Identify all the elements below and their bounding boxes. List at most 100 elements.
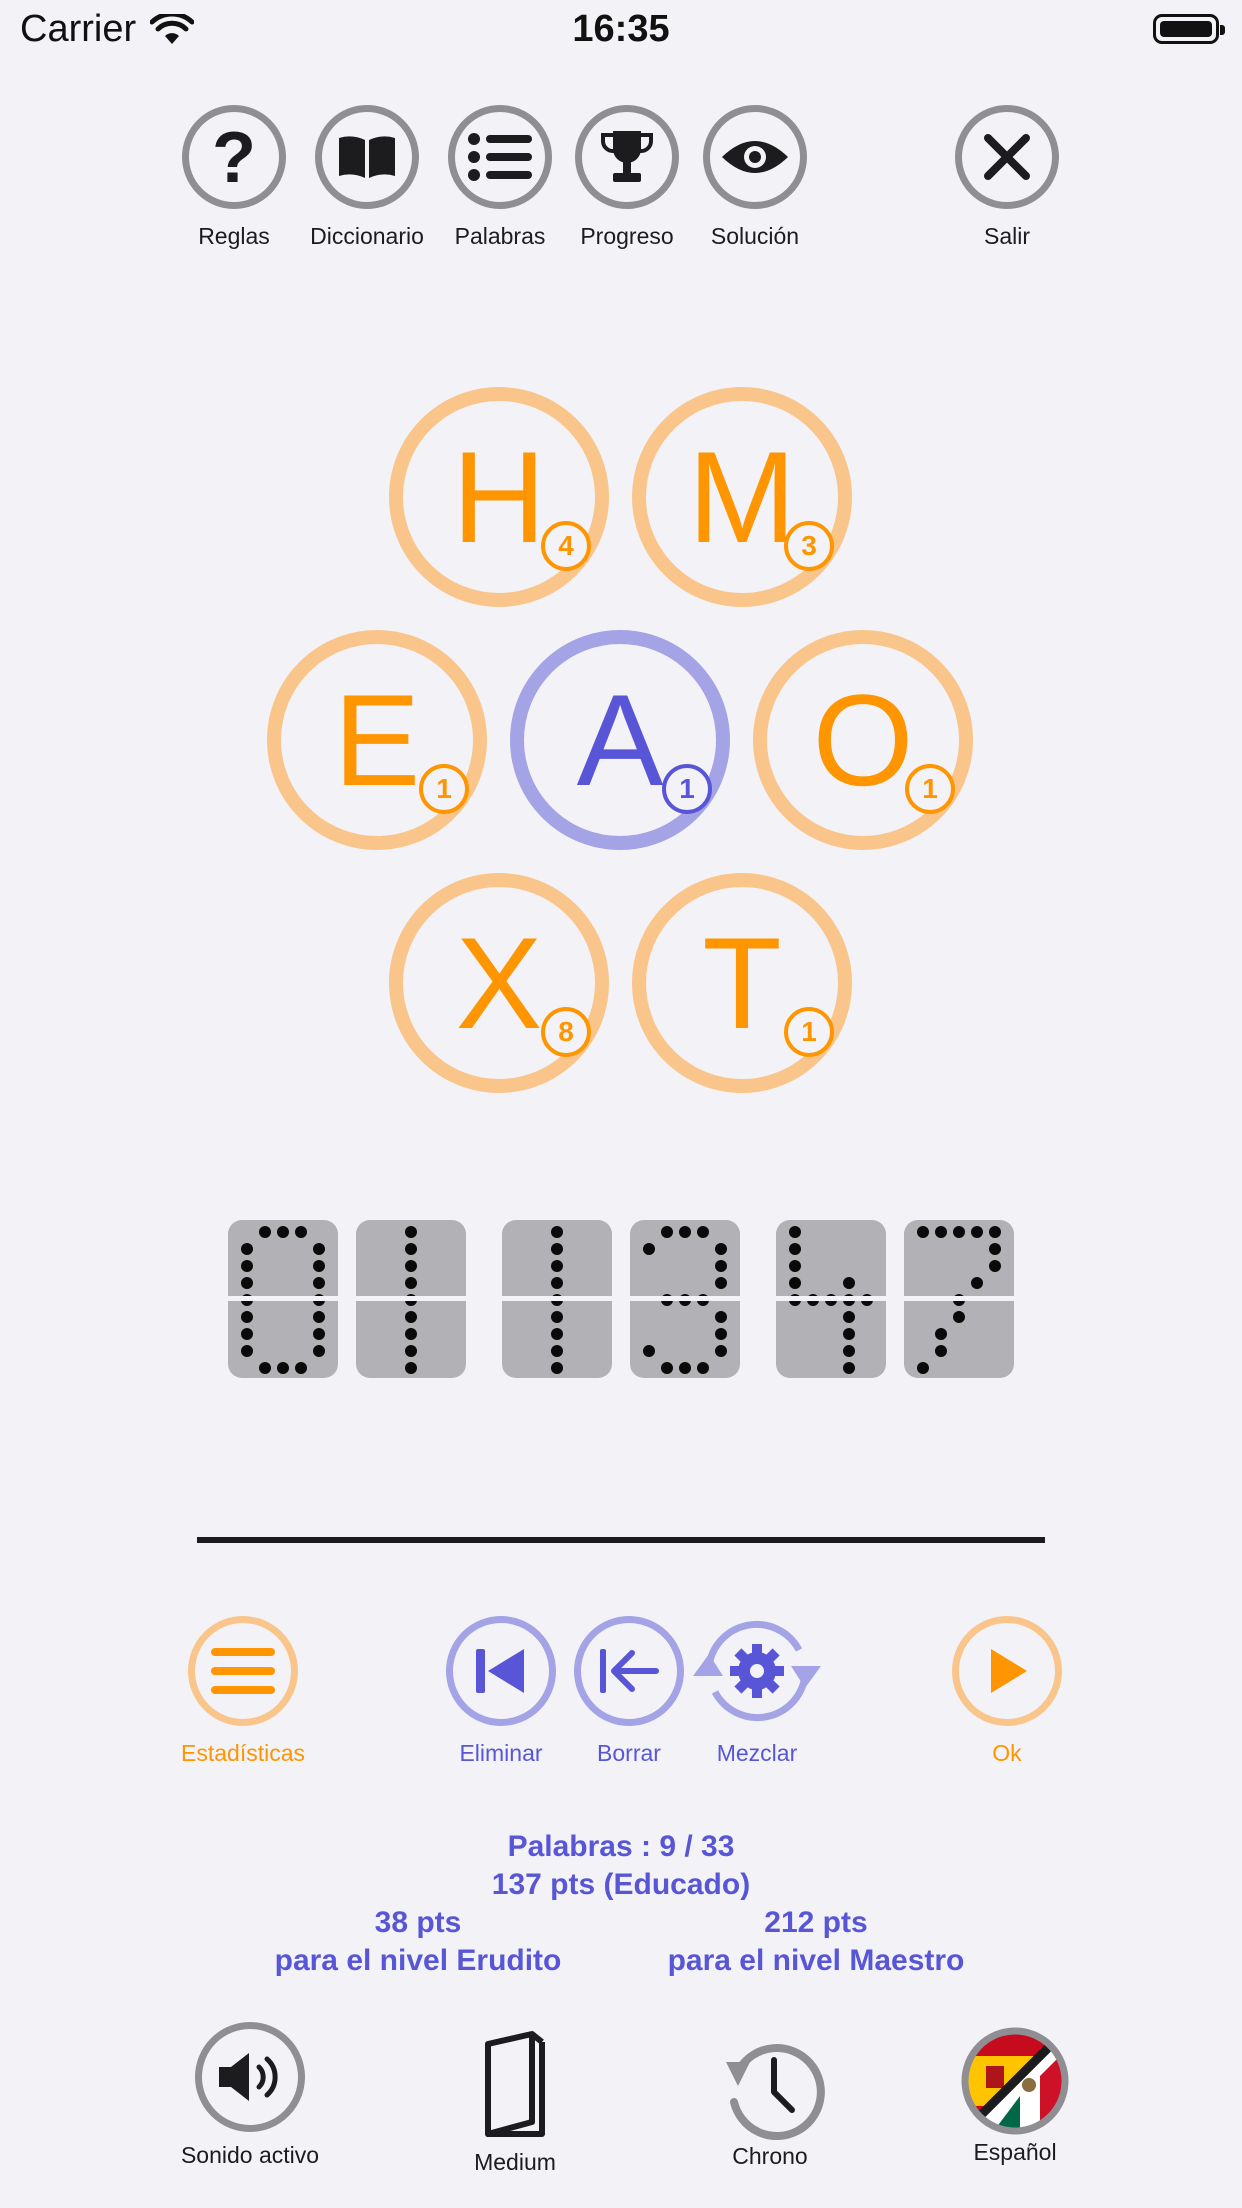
chrono-button[interactable]: Chrono [680,2032,860,2170]
solution-label: Solución [710,223,800,249]
shuffle-gear-icon [693,1620,821,1722]
counter-digit [630,1220,740,1378]
book-icon [485,2031,545,2137]
counter-digit-dot [697,1362,709,1374]
counter-digit-dot [551,1311,563,1323]
exit-label: Salir [983,223,1030,249]
menu-lines-icon [211,1648,275,1694]
counter-digit-dot [277,1226,289,1238]
counter-digit-dot [405,1260,417,1272]
counter-digit-dot [405,1226,417,1238]
counter-digit-dot [843,1277,855,1289]
next-level-name-b: para el nivel Maestro [667,1944,965,1977]
svg-text:?: ? [212,122,256,192]
rules-label: Reglas [198,223,270,249]
counter-digit-dot [917,1362,929,1374]
shuffle-button[interactable]: Mezclar [672,1616,842,1767]
counter-digit-dot [295,1362,307,1374]
difficulty-label: Medium [474,2149,556,2175]
counter-digit-dot [551,1345,563,1357]
counter-digit-dot [843,1362,855,1374]
counter-digit-dot [405,1311,417,1323]
counter-digit-dot [715,1345,727,1357]
counter-digit-dot [551,1243,563,1255]
counter-digit [228,1220,338,1378]
letter-tile-m[interactable]: M 3 [632,387,852,607]
counter-digit-dot [313,1277,325,1289]
counter-digit-dot [661,1226,673,1238]
next-level-points-b: 212 pts [764,1906,868,1939]
letter-tile-o[interactable]: O 1 [753,630,973,850]
counter-digit-dot [935,1328,947,1340]
solution-button[interactable]: Solución [680,105,830,265]
counter-digit [502,1220,612,1378]
letter-tile-t[interactable]: T 1 [632,873,852,1093]
backspace-arrow-icon [600,1649,659,1693]
stats-label: Estadísticas [181,1740,305,1766]
sound-label: Sonido activo [180,2142,320,2168]
tile-points-badge: 1 [662,764,712,814]
counter-digit-dot [789,1277,801,1289]
counter-digit-dot [715,1277,727,1289]
counter-digit-dot [971,1226,983,1238]
rules-button[interactable]: ? Reglas [159,105,309,265]
battery-icon [1153,14,1225,44]
skip-back-icon [476,1649,524,1693]
counter-digit-dot [971,1277,983,1289]
counter-digit-dot [715,1311,727,1323]
clock: 16:35 [572,8,670,50]
counter-digit-dot [551,1260,563,1272]
ok-button[interactable]: Ok [922,1616,1092,1767]
ok-label: Ok [992,1740,1022,1766]
exit-button[interactable]: Salir [932,105,1082,265]
counter-digit-dot [989,1243,1001,1255]
counter-digit-dot [715,1260,727,1272]
counter-digit-dot [643,1345,655,1357]
word-entry-line[interactable] [197,1537,1045,1543]
counter-digit-dot [241,1328,253,1340]
close-icon [984,134,1030,180]
tile-points-badge: 8 [541,1007,591,1057]
counter-digit-dot [715,1328,727,1340]
counter-digit-dot [643,1243,655,1255]
counter-digit-dot [313,1243,325,1255]
language-button[interactable]: Español [925,2026,1105,2166]
clock-history-icon [726,2044,825,2141]
tile-points-badge: 1 [784,1007,834,1057]
counter-digit-dot [241,1311,253,1323]
counter-digit-dot [715,1243,727,1255]
next-level-points-a: 38 pts [374,1906,462,1939]
counter-digit-dot [789,1226,801,1238]
counter-digit [904,1220,1014,1378]
counter-digit-dot [989,1226,1001,1238]
counter-digit-dot [679,1362,691,1374]
sound-toggle[interactable]: Sonido activo [160,2022,340,2169]
counter-digit-dot [551,1362,563,1374]
counter-digit-dot [277,1362,289,1374]
next-level-name-a: para el nivel Erudito [274,1944,562,1977]
counter-digit-dot [405,1345,417,1357]
letter-tile-e[interactable]: E 1 [267,630,487,850]
counter-digit-dot [295,1226,307,1238]
language-label: Español [973,2139,1057,2165]
letter-tile-x[interactable]: X 8 [389,873,609,1093]
dictionary-button[interactable]: Diccionario [292,105,442,265]
counter-digit-dot [843,1328,855,1340]
counter-digit-dot [313,1345,325,1357]
tile-points-badge: 4 [541,521,591,571]
words-count: Palabras : 9 / 33 [507,1830,735,1863]
counter-digit-dot [917,1226,929,1238]
chrono-label: Chrono [732,2143,808,2169]
counter-digit [776,1220,886,1378]
open-book-icon [339,136,395,178]
letter-tile-h[interactable]: H 4 [389,387,609,607]
counter-digit-dot [551,1328,563,1340]
list-icon [468,133,532,181]
difficulty-button[interactable]: Medium [425,2030,605,2176]
flag-spain-mexico-icon [961,2027,1069,2135]
stats-button[interactable]: Estadísticas [158,1616,328,1767]
counter-digit-dot [935,1345,947,1357]
letter-tile-a-center[interactable]: A 1 [510,630,730,850]
points-total: 137 pts (Educado) [491,1868,751,1901]
question-icon: ? [212,122,256,192]
